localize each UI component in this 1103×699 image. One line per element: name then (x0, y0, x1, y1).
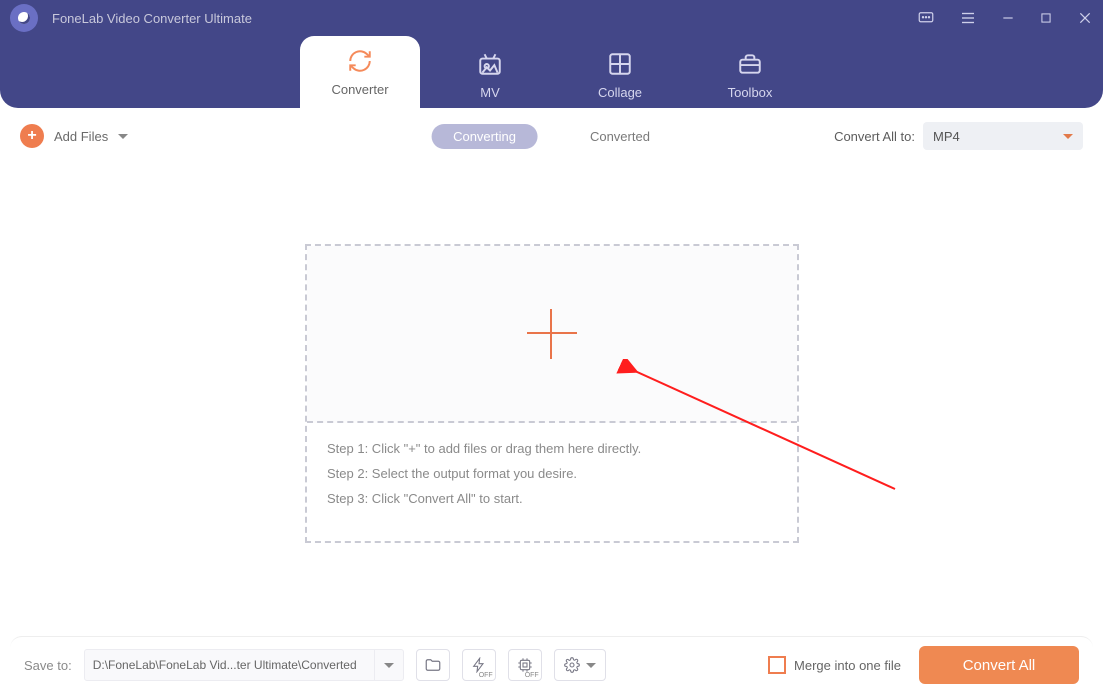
output-format-select[interactable]: MP4 (923, 122, 1083, 150)
tab-label: Converter (331, 82, 388, 97)
settings-button[interactable] (554, 649, 606, 681)
step-2: Step 2: Select the output format you des… (327, 466, 777, 481)
open-folder-button[interactable] (416, 649, 450, 681)
minimize-icon[interactable] (1001, 11, 1015, 25)
close-icon[interactable] (1077, 10, 1093, 26)
subtab-converted[interactable]: Converted (568, 124, 672, 149)
subtab-converting[interactable]: Converting (431, 124, 538, 149)
convert-all-button[interactable]: Convert All (919, 646, 1079, 684)
plus-icon: + (20, 124, 44, 148)
convert-all-to-label: Convert All to: (834, 129, 915, 144)
content-area: Step 1: Click "+" to add files or drag t… (0, 164, 1103, 644)
menu-icon[interactable] (959, 9, 977, 27)
chevron-down-icon (1063, 134, 1073, 139)
app-logo-icon (10, 4, 38, 32)
dropzone[interactable]: Step 1: Click "+" to add files or drag t… (305, 244, 799, 543)
badge-off: OFF (525, 672, 539, 679)
dropzone-add-area[interactable] (307, 246, 797, 423)
tab-toolbox[interactable]: Toolbox (690, 41, 810, 108)
merge-checkbox[interactable]: Merge into one file (768, 656, 901, 674)
chevron-down-icon[interactable] (374, 650, 403, 680)
gpu-accel-toggle[interactable]: OFF (508, 649, 542, 681)
titlebar: FoneLab Video Converter Ultimate (0, 0, 1103, 36)
maximize-icon[interactable] (1039, 11, 1053, 25)
format-value: MP4 (933, 129, 960, 144)
tab-label: Collage (598, 85, 642, 100)
chevron-down-icon (586, 663, 596, 668)
add-files-button[interactable]: + Add Files (20, 124, 128, 148)
save-path-value: D:\FoneLab\FoneLab Vid...ter Ultimate\Co… (93, 658, 363, 672)
app-title: FoneLab Video Converter Ultimate (52, 11, 252, 26)
save-path-select[interactable]: D:\FoneLab\FoneLab Vid...ter Ultimate\Co… (84, 649, 404, 681)
tab-label: Toolbox (728, 85, 773, 100)
step-3: Step 3: Click "Convert All" to start. (327, 491, 777, 506)
add-plus-icon (527, 309, 577, 359)
merge-label: Merge into one file (794, 658, 901, 673)
chevron-down-icon (118, 134, 128, 139)
add-files-label: Add Files (54, 129, 108, 144)
tab-converter[interactable]: Converter (300, 36, 420, 108)
high-speed-toggle[interactable]: OFF (462, 649, 496, 681)
tab-mv[interactable]: MV (430, 41, 550, 108)
app-window: FoneLab Video Converter Ultimate Convert… (0, 0, 1103, 699)
tab-label: MV (480, 85, 500, 100)
save-to-label: Save to: (24, 658, 72, 673)
window-controls (917, 9, 1093, 27)
sub-tabs: Converting Converted (431, 124, 672, 149)
toolbar: + Add Files Converting Converted Convert… (0, 108, 1103, 164)
checkbox-icon (768, 656, 786, 674)
instructions: Step 1: Click "+" to add files or drag t… (307, 423, 797, 520)
tab-collage[interactable]: Collage (560, 41, 680, 108)
badge-off: OFF (479, 672, 493, 679)
footer-icon-group: OFF OFF (416, 649, 606, 681)
feedback-icon[interactable] (917, 9, 935, 27)
footer: Save to: D:\FoneLab\FoneLab Vid...ter Ul… (10, 636, 1093, 693)
main-tabs: Converter MV Collage Toolbox (0, 36, 1103, 108)
step-1: Step 1: Click "+" to add files or drag t… (327, 441, 777, 456)
